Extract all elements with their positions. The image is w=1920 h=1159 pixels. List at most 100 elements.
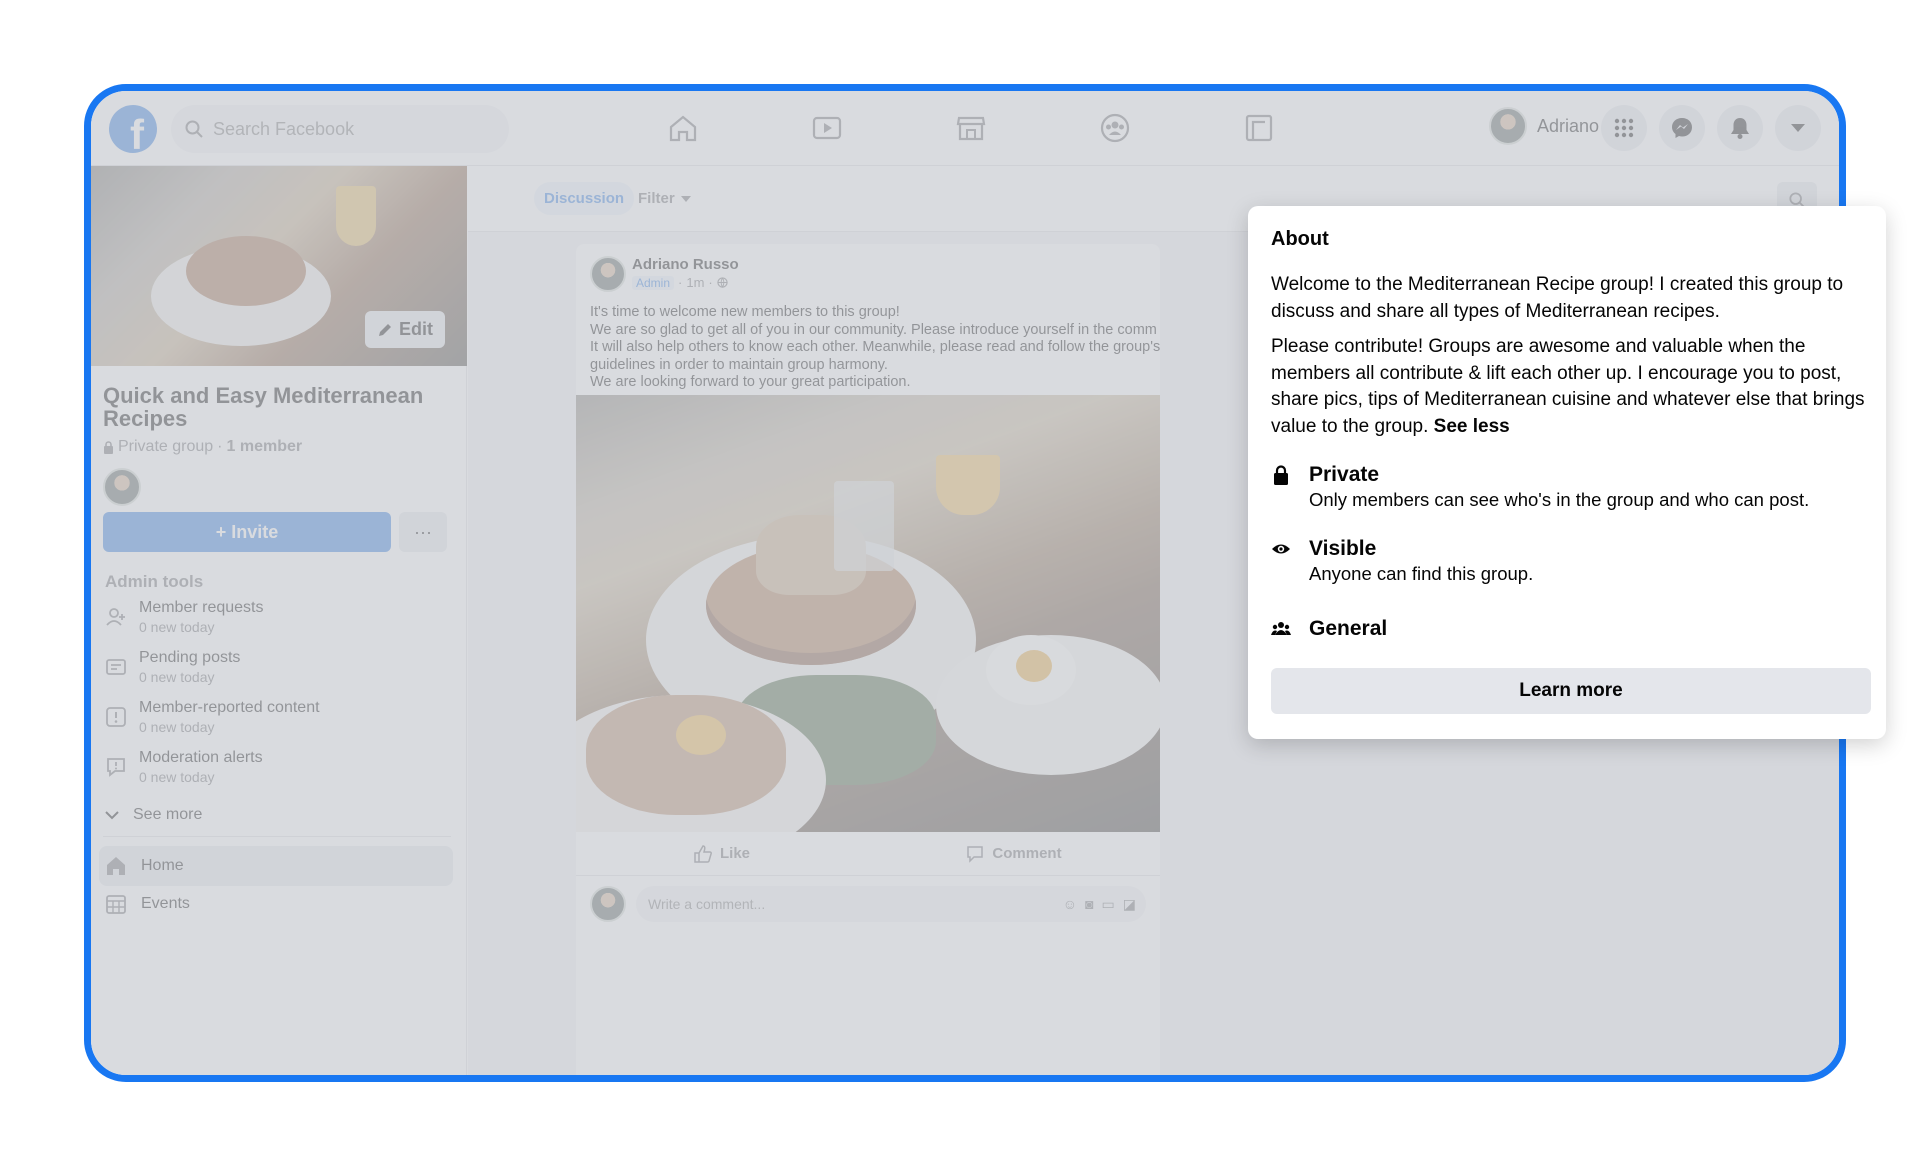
sidebar-item-events[interactable]: Events: [99, 884, 453, 924]
group-sidebar: Edit Quick and Easy Mediterranean Recipe…: [91, 166, 467, 1075]
group-name[interactable]: Quick and Easy Mediterranean Recipes: [103, 384, 443, 430]
about-description-text: Please contribute! Groups are awesome an…: [1271, 336, 1865, 437]
search-icon: [185, 120, 203, 138]
sticker-icon[interactable]: ◪: [1123, 896, 1136, 913]
sidebar-item-label: Events: [141, 895, 190, 912]
grid-menu-icon: [1614, 118, 1634, 138]
lock-icon: [104, 440, 113, 454]
facebook-logo[interactable]: f: [109, 105, 157, 153]
account-dropdown-button[interactable]: [1775, 105, 1821, 151]
search-input[interactable]: [213, 118, 473, 140]
post-text-line: guidelines in order to maintain group ha…: [590, 356, 888, 373]
edit-cover-button[interactable]: Edit: [365, 311, 445, 348]
caret-down-icon: [680, 195, 691, 202]
thumbs-up-icon: [694, 844, 712, 863]
account-name: Adriano: [1536, 115, 1599, 136]
admin-tool-label: Moderation alerts: [139, 749, 263, 766]
comment-input[interactable]: [648, 896, 1028, 912]
about-popup: About Welcome to the Mediterranean Recip…: [1248, 206, 1886, 739]
tab-discussion[interactable]: Discussion: [534, 182, 635, 215]
post-text: It's time to welcome new members to this…: [590, 304, 1160, 392]
tab-filter[interactable]: Filter: [638, 190, 691, 207]
about-private: Private Only members can see who's in th…: [1271, 462, 1809, 512]
private-description: Only members can see who's in the group …: [1309, 489, 1810, 510]
about-visible: Visible Anyone can find this group.: [1271, 536, 1533, 586]
admin-tool-status: 0 new today: [139, 619, 215, 635]
admin-tool-label: Member requests: [139, 599, 264, 616]
admin-member-requests[interactable]: Member requests 0 new today: [105, 598, 264, 636]
post-actions: Like Comment: [576, 832, 1160, 876]
admin-tool-status: 0 new today: [139, 719, 215, 735]
group-cover-photo: Edit: [91, 166, 467, 366]
admin-tool-status: 0 new today: [139, 769, 215, 785]
nav-watch[interactable]: [795, 101, 859, 155]
admin-tool-status: 0 new today: [139, 669, 215, 685]
private-title: Private: [1309, 463, 1380, 486]
group-meta: Private group · 1 member: [103, 438, 302, 456]
groups-icon: [1100, 113, 1130, 143]
avatar: [590, 886, 626, 922]
member-avatar[interactable]: [103, 468, 141, 506]
admin-pending-posts[interactable]: Pending posts 0 new today: [105, 648, 240, 686]
messenger-button[interactable]: [1659, 105, 1705, 151]
sidebar-item-home[interactable]: Home: [99, 846, 453, 886]
sidebar-item-label: Home: [141, 857, 184, 874]
emoji-icon[interactable]: ☺: [1063, 896, 1077, 913]
like-button[interactable]: Like: [576, 832, 868, 875]
group-member-count[interactable]: 1 member: [227, 438, 303, 456]
chevron-down-icon: [105, 811, 119, 820]
pending-posts-icon: [106, 659, 126, 675]
about-description-2: Please contribute! Groups are awesome an…: [1271, 334, 1871, 440]
admin-tool-label: Member-reported content: [139, 699, 320, 716]
general-title: General: [1309, 617, 1388, 640]
camera-icon[interactable]: ◙: [1085, 896, 1093, 913]
post-card: Adriano Russo Admin · 1m · It's time to …: [576, 244, 1160, 1075]
lock-icon: [1274, 465, 1288, 485]
post-text-line: We are so glad to get all of you in our …: [590, 321, 1157, 338]
notifications-button[interactable]: [1717, 105, 1763, 151]
menu-button[interactable]: [1601, 105, 1647, 151]
post-author-name[interactable]: Adriano Russo: [632, 256, 739, 273]
nav-groups[interactable]: [1083, 101, 1147, 155]
nav-home[interactable]: [651, 101, 715, 155]
post-meta: Admin · 1m ·: [632, 275, 728, 290]
gif-icon[interactable]: ▭: [1102, 896, 1115, 913]
comment-composer: ☺ ◙ ▭ ◪: [590, 886, 1146, 922]
search-bar[interactable]: [171, 105, 509, 153]
nav-marketplace[interactable]: [939, 101, 1003, 155]
gaming-icon: [1245, 114, 1273, 142]
invite-button[interactable]: + Invite: [103, 512, 391, 552]
nav-gaming[interactable]: [1227, 101, 1291, 155]
pencil-icon: [379, 323, 391, 336]
admin-tools-heading: Admin tools: [105, 572, 204, 591]
tab-filter-label: Filter: [638, 190, 675, 207]
comment-button[interactable]: Comment: [868, 832, 1160, 875]
more-options-button[interactable]: ···: [399, 512, 447, 552]
sidebar-divider: [103, 836, 451, 837]
post-text-line: It's time to welcome new members to this…: [590, 304, 900, 320]
post-photo[interactable]: [576, 395, 1160, 832]
people-icon: [1271, 622, 1291, 635]
about-general: General: [1271, 616, 1387, 642]
learn-more-button[interactable]: Learn more: [1271, 668, 1871, 714]
see-more-admin-tools[interactable]: See more: [105, 806, 202, 824]
edit-cover-label: Edit: [399, 319, 433, 339]
see-more-label: See more: [133, 806, 203, 823]
home-icon: [107, 857, 125, 875]
bell-icon: [1731, 118, 1749, 139]
eye-icon: [1272, 544, 1290, 554]
admin-member-reported-content[interactable]: Member-reported content 0 new today: [105, 698, 320, 736]
admin-moderation-alerts[interactable]: Moderation alerts 0 new today: [105, 748, 263, 786]
post-author-avatar[interactable]: [590, 256, 626, 292]
avatar: [1488, 107, 1527, 145]
comment-box[interactable]: ☺ ◙ ▭ ◪: [636, 886, 1146, 922]
post-text-line: We are looking forward to your great par…: [590, 374, 911, 390]
visible-description: Anyone can find this group.: [1309, 563, 1534, 584]
admin-badge: Admin: [632, 275, 675, 290]
account-chip[interactable]: Adriano: [1488, 107, 1599, 145]
report-icon: [106, 707, 126, 727]
see-less-link[interactable]: See less: [1434, 416, 1510, 437]
comment-label: Comment: [992, 845, 1062, 862]
about-description-1: Welcome to the Mediterranean Recipe grou…: [1271, 274, 1844, 322]
post-time[interactable]: 1m: [686, 275, 704, 290]
